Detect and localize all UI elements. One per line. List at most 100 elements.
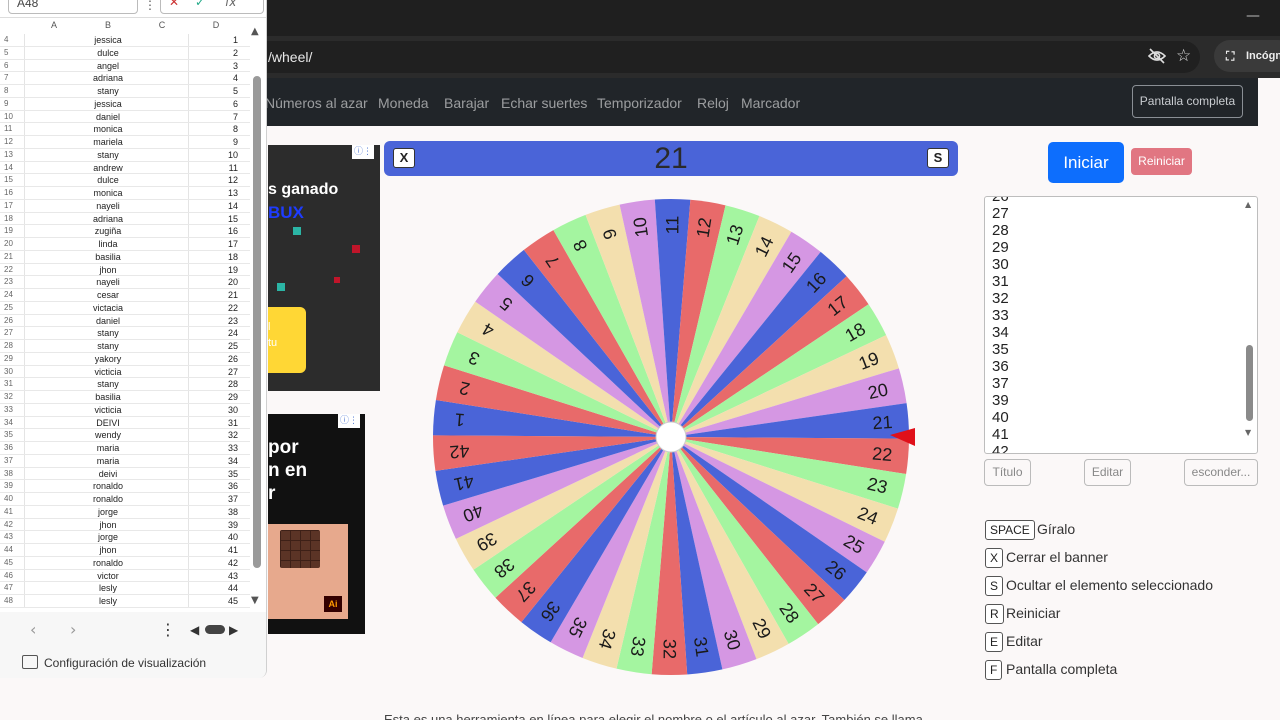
row-number[interactable]: 41 <box>4 507 22 516</box>
row-number[interactable]: 40 <box>4 494 22 503</box>
row-number[interactable]: 14 <box>4 163 22 172</box>
column-header-b[interactable]: B <box>86 20 130 34</box>
cell-number[interactable]: 32 <box>190 430 240 440</box>
cell-number[interactable]: 20 <box>190 277 240 287</box>
scroll-down-icon[interactable]: ▼ <box>251 595 259 606</box>
cell-number[interactable]: 15 <box>190 214 240 224</box>
table-row[interactable]: 13 stany 10 <box>0 149 250 162</box>
cell-number[interactable]: 33 <box>190 443 240 453</box>
row-number[interactable]: 29 <box>4 354 22 363</box>
cell-name[interactable]: jhon <box>28 545 188 555</box>
table-row[interactable]: 31 stany 28 <box>0 378 250 391</box>
cell-name[interactable]: zugiña <box>28 226 188 236</box>
ad-info-icon[interactable]: ⓘ⋮ <box>352 145 374 159</box>
row-number[interactable]: 15 <box>4 175 22 184</box>
row-number[interactable]: 30 <box>4 367 22 376</box>
row-number[interactable]: 7 <box>4 73 22 82</box>
cell-name[interactable]: jessica <box>28 99 188 109</box>
cell-number[interactable]: 12 <box>190 175 240 185</box>
table-row[interactable]: 44 jhon 41 <box>0 544 250 557</box>
cell-name[interactable]: deivi <box>28 469 188 479</box>
cell-name[interactable]: victicia <box>28 405 188 415</box>
cell-name[interactable]: monica <box>28 188 188 198</box>
cell-number[interactable]: 34 <box>190 456 240 466</box>
cell-name[interactable]: dulce <box>28 175 188 185</box>
table-row[interactable]: 45 ronaldo 42 <box>0 557 250 570</box>
row-number[interactable]: 21 <box>4 252 22 261</box>
cell-number[interactable]: 35 <box>190 469 240 479</box>
cell-number[interactable]: 42 <box>190 558 240 568</box>
cell-number[interactable]: 36 <box>190 481 240 491</box>
row-number[interactable]: 28 <box>4 341 22 350</box>
cell-number[interactable]: 27 <box>190 367 240 377</box>
table-row[interactable]: 28 stany 25 <box>0 340 250 353</box>
cell-number[interactable]: 26 <box>190 354 240 364</box>
row-number[interactable]: 48 <box>4 596 22 605</box>
cell-number[interactable]: 25 <box>190 341 240 351</box>
cell-name[interactable]: jhon <box>28 520 188 530</box>
cell-name[interactable]: jessica <box>28 35 188 45</box>
ad-banner-top[interactable]: ⓘ⋮ s ganado BUX l tu <box>268 145 380 391</box>
table-row[interactable]: 4 jessica 1 <box>0 34 250 47</box>
table-row[interactable]: 18 adriana 15 <box>0 213 250 226</box>
fullscreen-button[interactable]: Pantalla completa <box>1132 85 1243 118</box>
nav-item-timer[interactable]: Temporizador <box>597 95 682 111</box>
horizontal-scroll-thumb[interactable] <box>205 625 225 634</box>
cell-number[interactable]: 5 <box>190 86 240 96</box>
function-icon[interactable]: fx <box>225 0 236 9</box>
cell-number[interactable]: 6 <box>190 99 240 109</box>
row-number[interactable]: 33 <box>4 405 22 414</box>
spreadsheet-scrollbar[interactable]: ▲ ▼ <box>251 26 263 610</box>
table-row[interactable]: 48 lesly 45 <box>0 595 250 608</box>
table-row[interactable]: 17 nayeli 14 <box>0 200 250 213</box>
row-number[interactable]: 20 <box>4 239 22 248</box>
cell-name[interactable]: mariela <box>28 137 188 147</box>
cell-name[interactable]: lesly <box>28 596 188 606</box>
cell-number[interactable]: 38 <box>190 507 240 517</box>
cell-number[interactable]: 29 <box>190 392 240 402</box>
table-row[interactable]: 43 jorge 40 <box>0 531 250 544</box>
row-number[interactable]: 10 <box>4 112 22 121</box>
table-row[interactable]: 12 mariela 9 <box>0 136 250 149</box>
prev-icon[interactable]: ‹ <box>30 620 36 639</box>
cell-name[interactable]: basilia <box>28 392 188 402</box>
table-row[interactable]: 33 victicia 30 <box>0 404 250 417</box>
cell-name[interactable]: ronaldo <box>28 481 188 491</box>
row-number[interactable]: 5 <box>4 48 22 57</box>
entries-scrollbar[interactable]: ▲ ▼ <box>1243 197 1257 453</box>
nav-item-shuffle[interactable]: Barajar <box>444 95 489 111</box>
bookmark-star-icon[interactable]: ☆ <box>1176 46 1191 66</box>
cell-number[interactable]: 41 <box>190 545 240 555</box>
cell-number[interactable]: 31 <box>190 418 240 428</box>
formula-input[interactable]: ✕ ✓ fx <box>160 0 264 14</box>
table-row[interactable]: 16 monica 13 <box>0 187 250 200</box>
cell-number[interactable]: 37 <box>190 494 240 504</box>
cell-name[interactable]: victacia <box>28 303 188 313</box>
cell-name[interactable]: lesly <box>28 583 188 593</box>
cell-number[interactable]: 16 <box>190 226 240 236</box>
cell-number[interactable]: 13 <box>190 188 240 198</box>
cell-name[interactable]: dulce <box>28 48 188 58</box>
column-header-d[interactable]: D <box>194 20 238 34</box>
cell-number[interactable]: 22 <box>190 303 240 313</box>
scroll-left-icon[interactable]: ◀ <box>190 623 199 637</box>
row-number[interactable]: 22 <box>4 265 22 274</box>
row-number[interactable]: 23 <box>4 277 22 286</box>
cell-name[interactable]: yakory <box>28 354 188 364</box>
cell-number[interactable]: 17 <box>190 239 240 249</box>
cell-number[interactable]: 4 <box>190 73 240 83</box>
row-number[interactable]: 39 <box>4 481 22 490</box>
cell-name[interactable]: victor <box>28 571 188 581</box>
cell-number[interactable]: 23 <box>190 316 240 326</box>
table-row[interactable]: 41 jorge 38 <box>0 506 250 519</box>
cancel-icon[interactable]: ✕ <box>169 0 179 9</box>
row-number[interactable]: 27 <box>4 328 22 337</box>
scroll-thumb[interactable] <box>253 76 261 568</box>
cell-name[interactable]: andrew <box>28 163 188 173</box>
table-row[interactable]: 40 ronaldo 37 <box>0 493 250 506</box>
cell-number[interactable]: 2 <box>190 48 240 58</box>
cell-name[interactable]: adriana <box>28 73 188 83</box>
cell-number[interactable]: 39 <box>190 520 240 530</box>
row-number[interactable]: 13 <box>4 150 22 159</box>
table-row[interactable]: 27 stany 24 <box>0 327 250 340</box>
